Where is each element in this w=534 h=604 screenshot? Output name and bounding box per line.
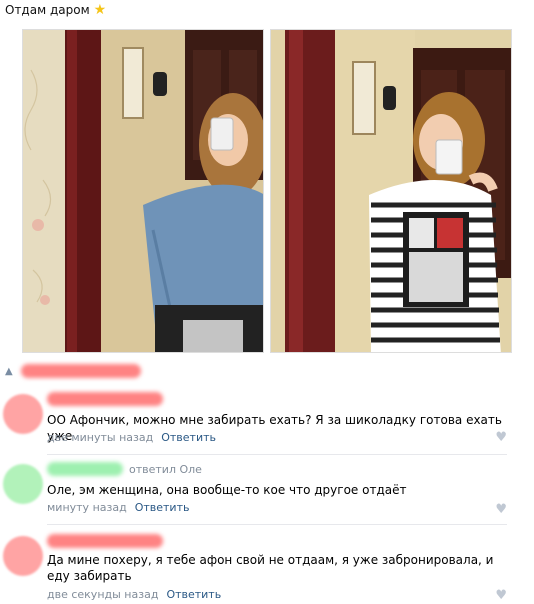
comment-divider xyxy=(47,454,507,455)
like-heart-icon[interactable]: ♥ xyxy=(495,430,507,445)
post-author-row: ▲ xyxy=(5,364,141,378)
reply-button[interactable]: Ответить xyxy=(135,501,190,514)
comment-time[interactable]: две секунды назад xyxy=(47,588,158,601)
avatar[interactable] xyxy=(3,464,43,504)
reply-to-label[interactable]: ответил Оле xyxy=(129,463,202,476)
post-photo-right[interactable] xyxy=(270,29,512,353)
comment-text: Да мине похеру, я тебе афон свой не отда… xyxy=(47,553,494,583)
post-title: Отдам даром ★ xyxy=(5,3,106,17)
comment-header xyxy=(47,392,163,406)
comment-meta: две минуты назад Ответить xyxy=(47,431,216,444)
reply-button[interactable]: Ответить xyxy=(166,588,221,601)
comment-divider xyxy=(47,524,507,525)
like-heart-icon[interactable]: ♥ xyxy=(495,502,507,517)
avatar[interactable] xyxy=(3,394,43,434)
reply-button[interactable]: Ответить xyxy=(161,431,216,444)
photo-left-image xyxy=(23,30,263,352)
comment-time[interactable]: минуту назад xyxy=(47,501,127,514)
blurred-author-name[interactable] xyxy=(47,462,123,476)
blurred-author-name[interactable] xyxy=(47,392,163,406)
comment-header xyxy=(47,534,163,548)
post-title-text: Отдам даром xyxy=(5,3,90,17)
comment-meta: две секунды назад Ответить xyxy=(47,588,221,601)
photo-right-image xyxy=(271,30,511,352)
blurred-author-name xyxy=(20,364,141,378)
comment-header: ответил Оле xyxy=(47,462,202,476)
post-photo-left[interactable] xyxy=(22,29,264,353)
star-icon: ★ xyxy=(93,2,107,18)
reply-arrow-icon: ▲ xyxy=(5,365,13,377)
like-heart-icon[interactable]: ♥ xyxy=(495,588,507,603)
comment-text: Оле, эм женщина, она вообще-то кое что д… xyxy=(47,483,407,497)
comment-meta: минуту назад Ответить xyxy=(47,501,189,514)
avatar[interactable] xyxy=(3,536,43,576)
comment-time[interactable]: две минуты назад xyxy=(47,431,153,444)
blurred-author-name[interactable] xyxy=(47,534,163,548)
